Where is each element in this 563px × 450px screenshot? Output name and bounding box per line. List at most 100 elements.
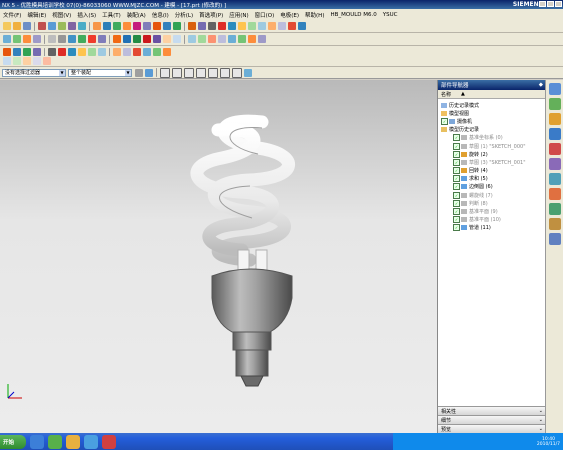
tree-node[interactable]: ✓ 判断 (8) <box>438 199 546 207</box>
menu-file[interactable]: 文件(F) <box>0 11 24 19</box>
through-curves-icon[interactable] <box>113 48 121 56</box>
snap-line-icon[interactable] <box>172 67 182 78</box>
snap-center-icon[interactable] <box>23 57 31 65</box>
menu-electrode[interactable]: 电极(E) <box>277 11 302 19</box>
new-icon[interactable] <box>3 22 11 30</box>
draft-icon[interactable] <box>258 22 266 30</box>
part-navigator-icon[interactable] <box>549 98 561 110</box>
clock[interactable]: 10:40 2010/11/7 <box>537 437 560 447</box>
trim-icon[interactable] <box>218 22 226 30</box>
type-filter-dropdown[interactable]: 没有选择过滤器 ▼ <box>2 68 66 77</box>
tree-node[interactable]: 历史记录模式 <box>438 101 546 109</box>
close-button[interactable] <box>555 1 562 7</box>
tree-node[interactable]: ✓ 基准坐标系 (0) <box>438 134 546 142</box>
tree-node[interactable]: ✓ 草图 (1) "SKETCH_000" <box>438 142 546 150</box>
checkbox[interactable]: ✓ <box>453 175 460 183</box>
process-studio-icon[interactable] <box>549 188 561 200</box>
preview-panel[interactable]: 预览 ⌄ <box>438 424 546 433</box>
nx-taskbar-icon[interactable] <box>30 434 44 449</box>
recorder-taskbar-icon[interactable] <box>102 434 116 449</box>
extrude-icon[interactable] <box>103 22 111 30</box>
offset-icon[interactable] <box>248 22 256 30</box>
mesh-surface-icon[interactable] <box>123 48 131 56</box>
menu-insert[interactable]: 插入(S) <box>74 11 99 19</box>
pattern-icon[interactable] <box>238 22 246 30</box>
tree-node[interactable]: ✓ 管道 (11) <box>438 224 546 232</box>
manufacturing-wizard-icon[interactable] <box>549 233 561 245</box>
copy-icon[interactable] <box>68 22 76 30</box>
menu-hb-mould[interactable]: HB_MOULD M6.0 <box>327 12 379 18</box>
menu-view[interactable]: 视图(V) <box>49 11 74 19</box>
minimize-button[interactable] <box>539 1 546 7</box>
checkbox[interactable]: ✓ <box>441 117 448 125</box>
open-icon[interactable] <box>13 22 21 30</box>
pin-icon[interactable]: ◆ <box>539 82 543 88</box>
measure-icon[interactable] <box>133 35 141 43</box>
maximize-button[interactable] <box>547 1 554 7</box>
snap-endpoint-icon[interactable] <box>3 57 11 65</box>
menu-assemblies[interactable]: 装配(A) <box>124 11 149 19</box>
checkbox[interactable]: ✓ <box>453 134 460 142</box>
edit-object-display-icon[interactable] <box>173 35 181 43</box>
checkbox[interactable]: ✓ <box>453 199 460 207</box>
subtract-icon[interactable] <box>198 22 206 30</box>
checkbox[interactable]: ✓ <box>453 158 460 166</box>
tree-node[interactable]: ✓ 螺旋线 (7) <box>438 191 546 199</box>
spline-icon[interactable] <box>33 48 41 56</box>
bridge-curve-icon[interactable] <box>48 48 56 56</box>
intersect-icon[interactable] <box>208 22 216 30</box>
filter-reset-icon[interactable] <box>135 68 143 77</box>
ruled-surface-icon[interactable] <box>143 48 151 56</box>
details-panel[interactable]: 细节 ⌄ <box>438 415 546 424</box>
tree-node[interactable]: ✓ 草图 (3) "SKETCH_001" <box>438 158 546 166</box>
checkbox[interactable]: ✓ <box>453 167 460 175</box>
menu-info[interactable]: 信息(I) <box>149 11 172 19</box>
browser-taskbar-icon[interactable] <box>48 434 62 449</box>
circle-icon[interactable] <box>23 48 31 56</box>
hd3d-icon[interactable] <box>549 128 561 140</box>
tree-node[interactable]: ✓ 回转 (4) <box>438 167 546 175</box>
rotate-icon[interactable] <box>23 35 31 43</box>
pan-icon[interactable] <box>33 35 41 43</box>
tree-node[interactable]: ✓ 旋转 (2) <box>438 150 546 158</box>
save-icon[interactable] <box>23 22 31 30</box>
start-button[interactable]: 开始 <box>0 434 26 449</box>
redo-icon[interactable] <box>48 22 56 30</box>
project-curve-icon[interactable] <box>58 48 66 56</box>
tree-node[interactable]: 模型历史记录 <box>438 126 546 134</box>
wireframe-icon[interactable] <box>58 35 66 43</box>
checkbox[interactable]: ✓ <box>453 208 460 216</box>
system-scenes-icon[interactable] <box>549 218 561 230</box>
unite-icon[interactable] <box>188 22 196 30</box>
zoom-icon[interactable] <box>13 35 21 43</box>
datum-csys-icon[interactable] <box>208 35 216 43</box>
mirror-icon[interactable] <box>228 22 236 30</box>
cut-icon[interactable] <box>58 22 66 30</box>
revolve-icon[interactable] <box>113 22 121 30</box>
snap-slash-icon[interactable] <box>232 67 242 78</box>
tree-node[interactable]: 模型视图 <box>438 109 546 117</box>
show-icon[interactable] <box>163 35 171 43</box>
shell-icon[interactable] <box>173 22 181 30</box>
app-taskbar-icon[interactable] <box>84 434 98 449</box>
sew-icon[interactable] <box>153 48 161 56</box>
menu-edit[interactable]: 编辑(E) <box>24 11 49 19</box>
tree-node[interactable]: ✓ 基准平面 (10) <box>438 216 546 224</box>
snap-tangent-icon[interactable] <box>208 67 218 78</box>
tube-icon[interactable] <box>288 22 296 30</box>
tree-node[interactable]: ✓ 边倒圆 (6) <box>438 183 546 191</box>
shaded-icon[interactable] <box>48 35 56 43</box>
arc-icon[interactable] <box>13 48 21 56</box>
cylinder-icon[interactable] <box>238 35 246 43</box>
snap-circle-icon[interactable] <box>196 67 206 78</box>
snap-quadrant-icon[interactable] <box>33 57 41 65</box>
assembly-navigator-icon[interactable] <box>549 83 561 95</box>
snap-plus-icon[interactable] <box>220 67 230 78</box>
menu-application[interactable]: 应用(N) <box>226 11 251 19</box>
checkbox[interactable]: ✓ <box>453 142 460 150</box>
checkbox[interactable]: ✓ <box>453 216 460 224</box>
checkbox[interactable]: ✓ <box>453 191 460 199</box>
top-view-icon[interactable] <box>88 35 96 43</box>
pocket-icon[interactable] <box>143 22 151 30</box>
dependencies-panel[interactable]: 相关性 ⌄ <box>438 406 546 415</box>
